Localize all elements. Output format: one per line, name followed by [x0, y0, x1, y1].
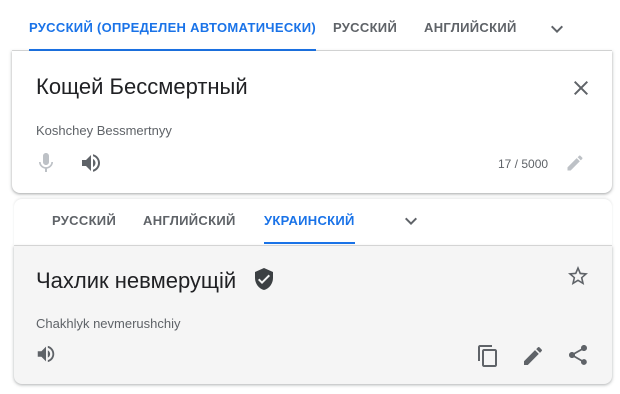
- pencil-icon[interactable]: [521, 344, 545, 368]
- microphone-icon[interactable]: [34, 151, 58, 175]
- close-icon[interactable]: [569, 76, 593, 100]
- tab-source-russian[interactable]: РУССКИЙ: [333, 0, 397, 50]
- tab-target-russian[interactable]: РУССКИЙ: [52, 199, 116, 243]
- speaker-icon[interactable]: [35, 343, 57, 365]
- tab-russian-detected[interactable]: РУССКИЙ (ОПРЕДЕЛЕН АВТОМАТИЧЕСКИ): [29, 0, 317, 51]
- source-transliteration: Koshchey Bessmertnyy: [36, 123, 172, 138]
- chevron-down-icon[interactable]: [545, 17, 569, 41]
- target-language-tabs: РУССКИЙ АНГЛИЙСКИЙ УКРАИНСКИЙ: [14, 199, 612, 246]
- translation-text: Чахлик невмерущій: [36, 268, 237, 293]
- star-icon[interactable]: [566, 264, 590, 288]
- copy-icon[interactable]: [476, 344, 500, 368]
- speaker-icon[interactable]: [79, 151, 103, 175]
- verified-icon[interactable]: [252, 267, 276, 291]
- pencil-icon[interactable]: [565, 153, 585, 173]
- tab-target-english[interactable]: АНГЛИЙСКИЙ: [143, 199, 236, 243]
- source-text[interactable]: Кощей Бессмертный: [36, 74, 248, 100]
- character-counter: 17 / 5000: [498, 157, 549, 171]
- tab-target-ukrainian[interactable]: УКРАИНСКИЙ: [264, 199, 355, 244]
- translation-output-card: Чахлик невмерущій Chakhlyk nevmerushchiy: [14, 246, 612, 384]
- chevron-down-icon[interactable]: [399, 209, 423, 233]
- tab-source-english[interactable]: АНГЛИЙСКИЙ: [424, 0, 517, 50]
- source-input-card[interactable]: Кощей Бессмертный Koshchey Bessmertnyy 1…: [12, 51, 612, 193]
- source-language-tabs: РУССКИЙ (ОПРЕДЕЛЕН АВТОМАТИЧЕСКИ) РУССКИ…: [12, 0, 612, 51]
- translation-transliteration: Chakhlyk nevmerushchiy: [36, 316, 181, 331]
- share-icon[interactable]: [566, 343, 590, 367]
